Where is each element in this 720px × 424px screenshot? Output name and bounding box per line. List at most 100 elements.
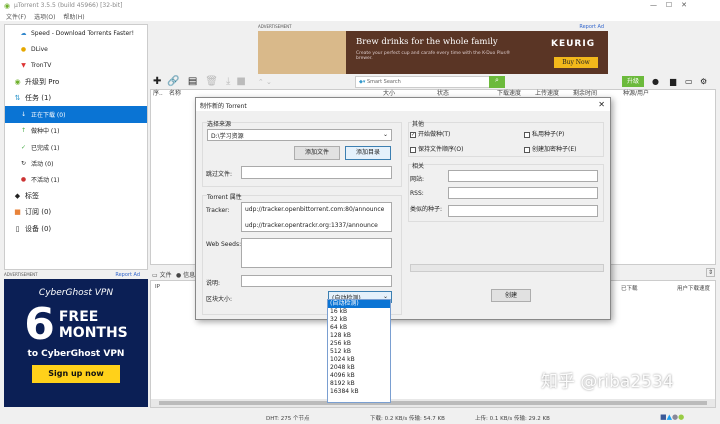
create-torrent-icon[interactable]: ▤ bbox=[188, 76, 197, 87]
search-input[interactable]: ◆▾ Smart Search bbox=[355, 76, 505, 88]
comment-input[interactable] bbox=[241, 275, 392, 287]
website-input[interactable] bbox=[448, 170, 598, 182]
similar-torrents-input[interactable] bbox=[448, 205, 598, 217]
column-header[interactable]: IP bbox=[155, 284, 160, 290]
sidebar-item-label: 订阅 (0) bbox=[25, 208, 52, 217]
sidebar-item-labels[interactable]: ◆ 标签 bbox=[5, 188, 147, 204]
dropdown-option[interactable]: 1024 kB bbox=[328, 356, 390, 364]
horizontal-scrollbar[interactable] bbox=[151, 399, 715, 407]
add-directory-button[interactable]: 添加目录 bbox=[345, 146, 391, 160]
sidebar-item-label: 升级到 Pro bbox=[25, 78, 60, 87]
dropdown-option[interactable]: 2048 kB bbox=[328, 364, 390, 372]
rss-input[interactable] bbox=[448, 187, 598, 199]
bulb-icon[interactable]: ● bbox=[652, 77, 659, 86]
android-icon[interactable]: ● bbox=[678, 413, 684, 421]
tab-info[interactable]: ● 信息 bbox=[176, 270, 195, 279]
tab-label: 文件 bbox=[159, 272, 172, 279]
dropdown-option[interactable]: 4096 kB bbox=[328, 372, 390, 380]
add-torrent-icon[interactable]: ✚ bbox=[153, 76, 161, 87]
column-header[interactable]: 大小 bbox=[383, 90, 395, 97]
menu-file[interactable]: 文件(F) bbox=[6, 14, 26, 21]
download-start-icon[interactable]: ⤓ bbox=[226, 76, 230, 87]
checkbox[interactable] bbox=[410, 146, 416, 153]
tracker-textarea[interactable]: udp://tracker.openbittorrent.com:80/anno… bbox=[241, 202, 392, 232]
sidebar-item-label: TronTV bbox=[31, 62, 52, 70]
create-button[interactable]: 创建 bbox=[491, 289, 531, 302]
encrypted-torrent-checkbox[interactable]: 创建加密种子(E) bbox=[524, 144, 576, 153]
facebook-icon[interactable]: ■ bbox=[660, 413, 667, 421]
column-header[interactable]: 状态 bbox=[437, 90, 449, 97]
sidebar-item-speed[interactable]: ☁ Speed - Download Torrents Faster! bbox=[5, 25, 147, 41]
settings-gear-icon[interactable]: ⚙ bbox=[700, 77, 707, 86]
dropdown-option[interactable]: 512 kB bbox=[328, 348, 390, 356]
tab-files[interactable]: ▭ 文件 bbox=[152, 270, 172, 279]
delete-icon[interactable]: 🗑 bbox=[205, 76, 218, 87]
move-up-down-icon[interactable]: ⌃ ⌄ bbox=[258, 78, 272, 86]
sidebar-item-downloading[interactable]: ↓ 正在下载 (0) bbox=[5, 106, 147, 123]
ad-cyberghost[interactable]: CyberGhost VPN 6 FREE MONTHS to CyberGhos… bbox=[4, 279, 148, 407]
preserve-order-checkbox[interactable]: 保持文件顺序(O) bbox=[410, 144, 463, 153]
checkbox[interactable] bbox=[524, 131, 530, 138]
checkbox-checked[interactable]: ✓ bbox=[410, 131, 416, 138]
menu-options[interactable]: 选项(O) bbox=[34, 14, 55, 21]
sign-up-button[interactable]: Sign up now bbox=[32, 365, 120, 383]
sidebar-item-tasks[interactable]: ⇅ 任务 (1) bbox=[5, 90, 147, 106]
column-header[interactable]: 上传速度 bbox=[535, 90, 559, 97]
sidebar-item-label: 设备 (0) bbox=[25, 224, 52, 233]
column-header[interactable]: 种源/用户 bbox=[623, 90, 649, 97]
sidebar-item-active[interactable]: ↻ 活动 (0) bbox=[5, 155, 147, 171]
sidebar-item-upgrade[interactable]: ◉ 升级到 Pro bbox=[5, 74, 147, 90]
skip-files-input[interactable] bbox=[241, 166, 392, 179]
chat-icon[interactable]: ▆ bbox=[670, 77, 676, 86]
add-file-button[interactable]: 添加文件 bbox=[294, 146, 340, 160]
collapse-icon[interactable]: ⇕ bbox=[706, 268, 716, 277]
column-header[interactable]: 剩余时间 bbox=[573, 90, 597, 97]
column-header[interactable]: 名称 bbox=[169, 90, 181, 97]
dropdown-option[interactable]: 128 kB bbox=[328, 332, 390, 340]
dropdown-option[interactable]: (自动检测) bbox=[328, 300, 390, 308]
dropdown-option[interactable]: 32 kB bbox=[328, 316, 390, 324]
sidebar-item-seeding[interactable]: ↑ 做种中 (1) bbox=[5, 123, 147, 139]
menu-help[interactable]: 帮助(H) bbox=[63, 14, 84, 21]
report-ad-link[interactable]: Report Ad bbox=[579, 24, 604, 30]
similar-torrents-label: 类似的种子: bbox=[410, 206, 443, 213]
buy-now-button[interactable]: Buy Now bbox=[554, 57, 598, 68]
tasks-icon: ⇅ bbox=[14, 94, 21, 103]
dropdown-option[interactable]: 256 kB bbox=[328, 340, 390, 348]
sidebar-item-inactive[interactable]: ● 不活动 (1) bbox=[5, 172, 147, 188]
website-label: 网站: bbox=[410, 176, 425, 183]
column-header[interactable]: 已下载 bbox=[621, 284, 638, 292]
web-seeds-textarea[interactable] bbox=[241, 238, 392, 268]
dropdown-option[interactable]: 8192 kB bbox=[328, 380, 390, 388]
column-header[interactable]: 序.. bbox=[153, 90, 163, 97]
upload-status: 上传: 0.1 KB/s 传输: 29.2 KB bbox=[475, 416, 550, 422]
report-ad-link[interactable]: Report Ad bbox=[115, 272, 140, 278]
remote-icon[interactable]: ▭ bbox=[685, 77, 693, 86]
add-link-icon[interactable]: 🔗 bbox=[167, 76, 179, 87]
checkbox[interactable] bbox=[524, 146, 530, 153]
stop-icon[interactable]: ■ bbox=[236, 76, 245, 87]
search-button[interactable]: ⌕ bbox=[489, 76, 505, 88]
dropdown-option[interactable]: 16 kB bbox=[328, 308, 390, 316]
dropdown-option[interactable]: 16384 kB bbox=[328, 388, 390, 396]
sidebar-item-completed[interactable]: ✓ 已完成 (1) bbox=[5, 139, 147, 155]
create-torrent-dialog: 制作新的 Torrent ✕ 选择来源 D:\学习资源 ⌄ 添加文件 添加目录 跳过… bbox=[195, 97, 611, 320]
social-icons[interactable]: ■▲●● bbox=[660, 413, 684, 421]
ad-label: ADVERTISEMENT bbox=[4, 272, 38, 277]
private-torrent-checkbox[interactable]: 私用种子(P) bbox=[524, 129, 564, 138]
sidebar-item-dlive[interactable]: ● DLive bbox=[5, 41, 147, 57]
sidebar-item-trontv[interactable]: ▼ TronTV bbox=[5, 58, 147, 74]
ad-keurig[interactable]: Brew drinks for the whole family Create … bbox=[258, 31, 608, 74]
column-header[interactable]: 用户下载速度 bbox=[677, 284, 710, 292]
sidebar-item-devices[interactable]: ▯ 设备 (0) bbox=[5, 221, 147, 237]
window-controls[interactable]: — ☐ ✕ bbox=[650, 1, 687, 9]
status-bar: DHT: 275 个节点 下载: 0.2 KB/s 传输: 54.7 KB 上传… bbox=[150, 410, 720, 424]
column-header[interactable]: 下载速度 bbox=[497, 90, 521, 97]
sidebar-item-rss[interactable]: ■ 订阅 (0) bbox=[5, 204, 147, 220]
upgrade-button[interactable]: 升级 bbox=[622, 76, 644, 87]
close-icon[interactable]: ✕ bbox=[598, 100, 605, 109]
start-seeding-checkbox[interactable]: ✓ 开始做种(T) bbox=[410, 129, 450, 138]
dropdown-option[interactable]: 64 kB bbox=[328, 324, 390, 332]
tracker-url: udp://tracker.opentrackr.org:1337/announ… bbox=[245, 222, 378, 229]
source-select[interactable]: D:\学习资源 ⌄ bbox=[207, 129, 392, 141]
